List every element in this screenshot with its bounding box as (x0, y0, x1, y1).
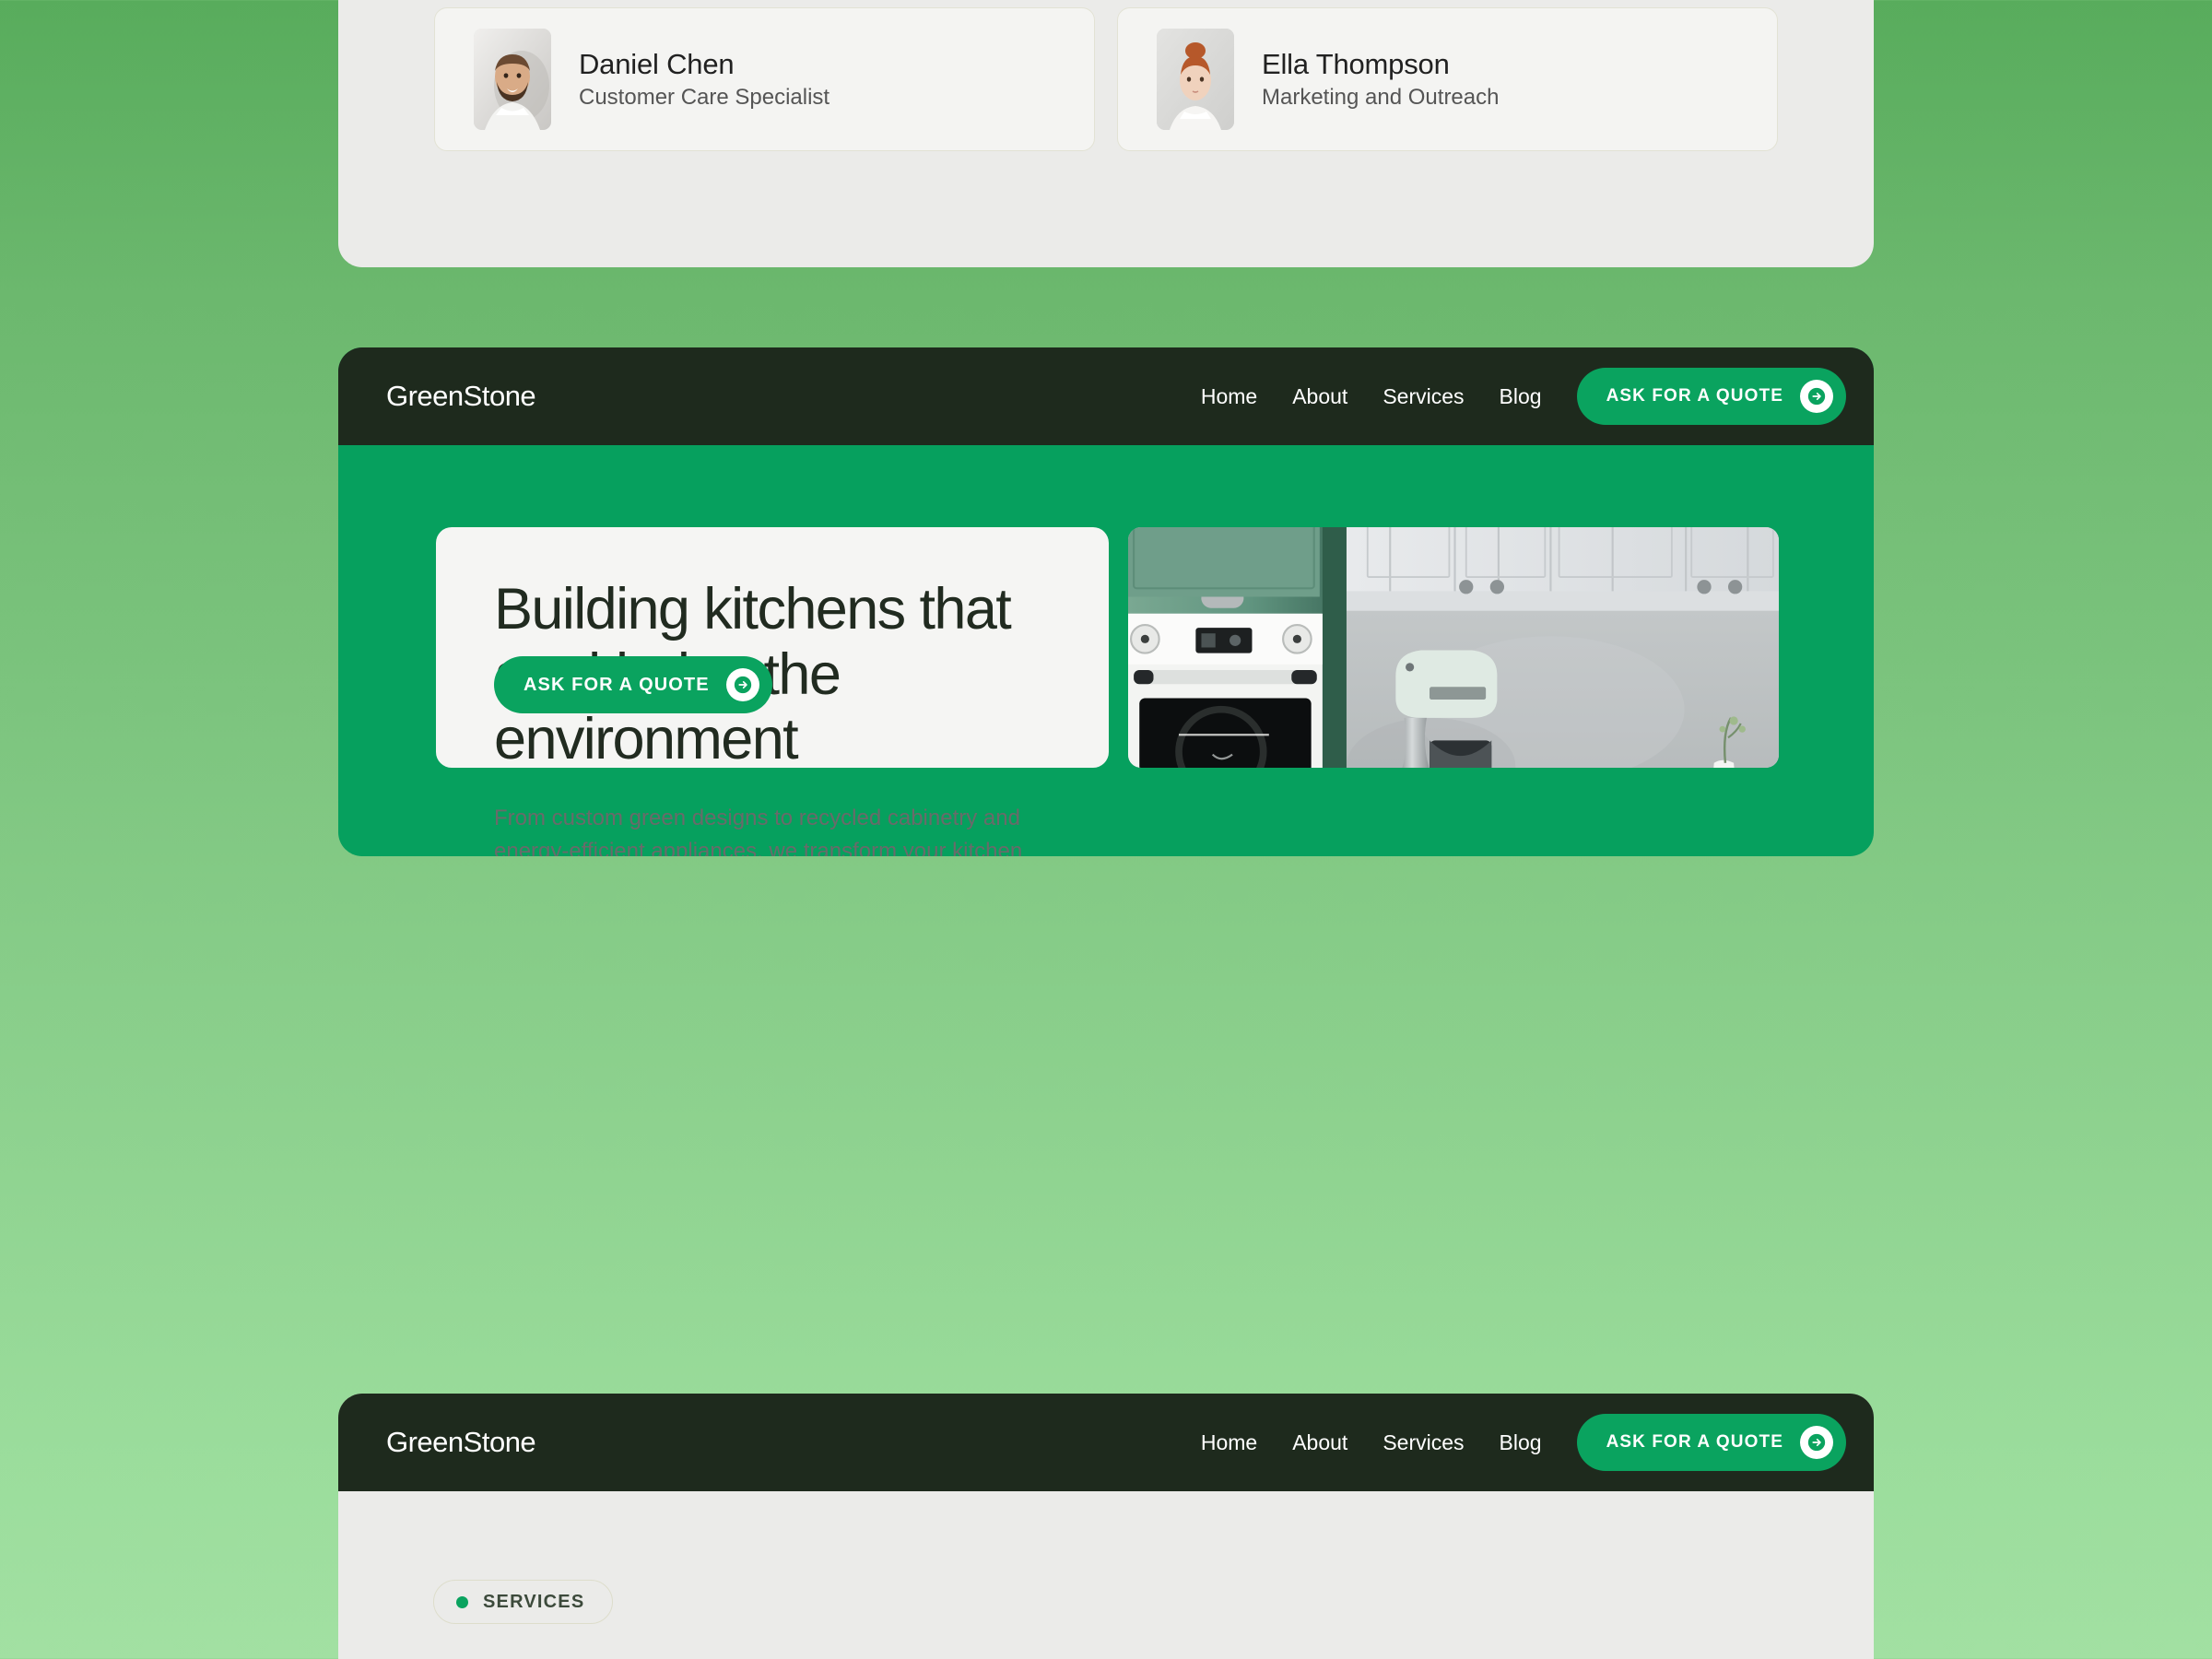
team-member-role: Marketing and Outreach (1262, 85, 1500, 110)
team-card-text: Daniel Chen Customer Care Specialist (579, 50, 830, 109)
team-card[interactable]: Ella Thompson Marketing and Outreach (1117, 7, 1778, 151)
nav-link-home[interactable]: Home (1201, 384, 1257, 409)
nav-link-home[interactable]: Home (1201, 1430, 1257, 1455)
arrow-right-icon (1800, 1426, 1833, 1459)
hero-navbar: GreenStone Home About Services Blog ASK … (338, 347, 1874, 445)
hero-ask-for-quote-label: ASK FOR A QUOTE (524, 674, 710, 695)
dot-icon (456, 1595, 468, 1608)
nav-link-services[interactable]: Services (1382, 1430, 1464, 1455)
hero-ask-for-quote-button[interactable]: ASK FOR A QUOTE (494, 656, 772, 713)
hero-subtitle: From custom green designs to recycled ca… (494, 805, 1023, 856)
team-card[interactable]: Daniel Chen Customer Care Specialist (434, 7, 1095, 151)
services-panel: GreenStone Home About Services Blog ASK … (338, 1394, 1874, 1659)
brand-logo[interactable]: GreenStone (386, 1426, 536, 1459)
avatar-photo-female (1157, 29, 1234, 130)
nav-link-about[interactable]: About (1292, 384, 1347, 409)
nav-link-blog[interactable]: Blog (1500, 384, 1542, 409)
navbar-ask-for-quote-button[interactable]: ASK FOR A QUOTE (1576, 368, 1846, 425)
nav-link-about[interactable]: About (1292, 1430, 1347, 1455)
services-body: SERVICES Green Solutions for Your Kitche… (338, 1491, 1874, 1659)
team-panel: Daniel Chen Customer Care Specialist Ell… (338, 0, 1874, 267)
team-member-name: Ella Thompson (1262, 48, 1450, 80)
hero-panel: GreenStone Home About Services Blog ASK … (338, 347, 1874, 856)
brand-logo[interactable]: GreenStone (386, 380, 536, 413)
navbar-ask-for-quote-label: ASK FOR A QUOTE (1606, 1432, 1783, 1452)
hero-kitchen-image: SMEG (1128, 527, 1779, 768)
team-member-role: Customer Care Specialist (579, 85, 830, 110)
team-member-name: Daniel Chen (579, 48, 735, 80)
avatar-photo-male (474, 29, 551, 130)
team-card-grid: Daniel Chen Customer Care Specialist Ell… (434, 7, 1778, 151)
nav-link-services[interactable]: Services (1382, 384, 1464, 409)
arrow-right-icon (725, 668, 759, 701)
arrow-right-icon (1800, 380, 1833, 413)
navbar-ask-for-quote-label: ASK FOR A QUOTE (1606, 386, 1783, 406)
navbar-ask-for-quote-button[interactable]: ASK FOR A QUOTE (1576, 1414, 1846, 1471)
services-nav-links: Home About Services Blog (1201, 1430, 1542, 1455)
nav-link-blog[interactable]: Blog (1500, 1430, 1542, 1455)
team-card-text: Ella Thompson Marketing and Outreach (1262, 50, 1499, 109)
services-navbar: GreenStone Home About Services Blog ASK … (338, 1394, 1874, 1491)
services-badge[interactable]: SERVICES (433, 1580, 614, 1624)
hero-body: Building kitchens that are kind to the e… (338, 445, 1874, 856)
services-badge-label: SERVICES (483, 1591, 585, 1612)
hero-nav-links: Home About Services Blog (1201, 384, 1542, 409)
hero-text-card: Building kitchens that are kind to the e… (436, 527, 1109, 856)
